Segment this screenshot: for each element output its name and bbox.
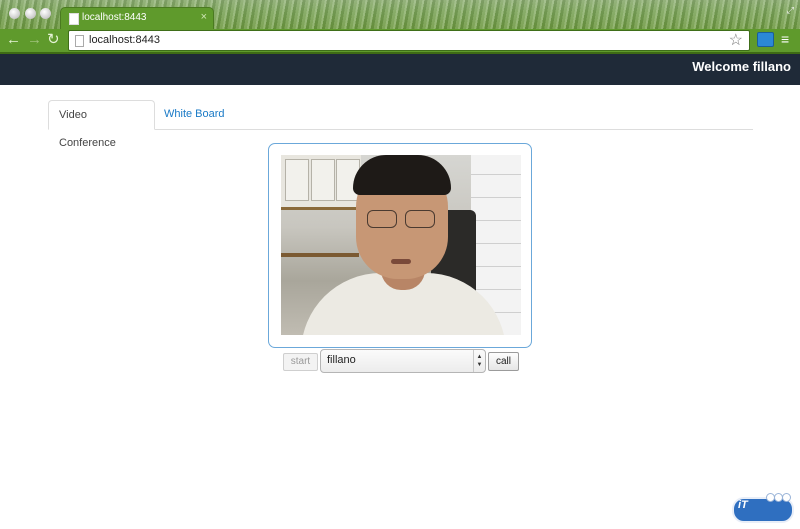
person-glasses	[367, 210, 437, 228]
reload-icon[interactable]: ↻	[47, 31, 60, 49]
peer-select[interactable]: fillano ▲ ▼	[320, 349, 486, 373]
address-bar[interactable]: localhost:8443 ☆	[68, 30, 750, 51]
video-background-cabinet	[281, 155, 361, 210]
logo-dot	[782, 493, 791, 502]
logo-dots	[766, 493, 794, 503]
tab-close-icon[interactable]: ×	[201, 11, 207, 23]
webcam-video	[281, 155, 521, 335]
zoom-window-button[interactable]	[40, 8, 51, 19]
logo-mark: iT	[738, 499, 748, 511]
forward-arrow-icon[interactable]: →	[27, 31, 42, 49]
page-file-icon	[75, 35, 84, 47]
glasses-lens	[367, 210, 397, 228]
video-background-shelf	[281, 253, 359, 257]
conference-tabs: Video Conference White Board	[48, 100, 753, 149]
fullscreen-icon[interactable]: ⤢	[787, 5, 794, 16]
minimize-window-button[interactable]	[25, 8, 36, 19]
browser-toolbar: ← → ↻ localhost:8443 ☆ ≡	[0, 29, 800, 52]
select-arrows-icon: ▲ ▼	[473, 350, 485, 372]
glasses-lens	[405, 210, 435, 228]
app-navbar: Welcome fillano	[0, 54, 800, 85]
site-watermark-logo: iT	[732, 493, 796, 523]
browser-titlebar: localhost:8443 × ⤢	[0, 0, 800, 29]
page-file-icon	[69, 13, 79, 25]
browser-tab-title: localhost:8443	[82, 12, 147, 23]
person-mouth	[391, 259, 411, 264]
bookmark-star-icon[interactable]: ☆	[729, 30, 743, 50]
back-arrow-icon[interactable]: ←	[6, 31, 21, 49]
peer-select-value: fillano	[327, 354, 356, 366]
extension-icon[interactable]	[757, 32, 774, 47]
url-text[interactable]: localhost:8443	[89, 34, 160, 46]
local-video-panel	[268, 143, 532, 348]
close-window-button[interactable]	[9, 8, 20, 19]
browser-tab[interactable]: localhost:8443 ×	[60, 7, 214, 29]
start-button[interactable]: start	[283, 353, 318, 371]
cabinet-door	[311, 159, 335, 201]
cabinet-door	[285, 159, 309, 201]
tab-white-board[interactable]: White Board	[154, 100, 235, 128]
welcome-message: Welcome fillano	[692, 59, 791, 74]
call-button[interactable]: call	[488, 352, 519, 371]
tab-video-conference[interactable]: Video Conference	[48, 100, 155, 149]
person-hair	[353, 155, 451, 195]
browser-menu-icon[interactable]: ≡	[781, 32, 789, 47]
